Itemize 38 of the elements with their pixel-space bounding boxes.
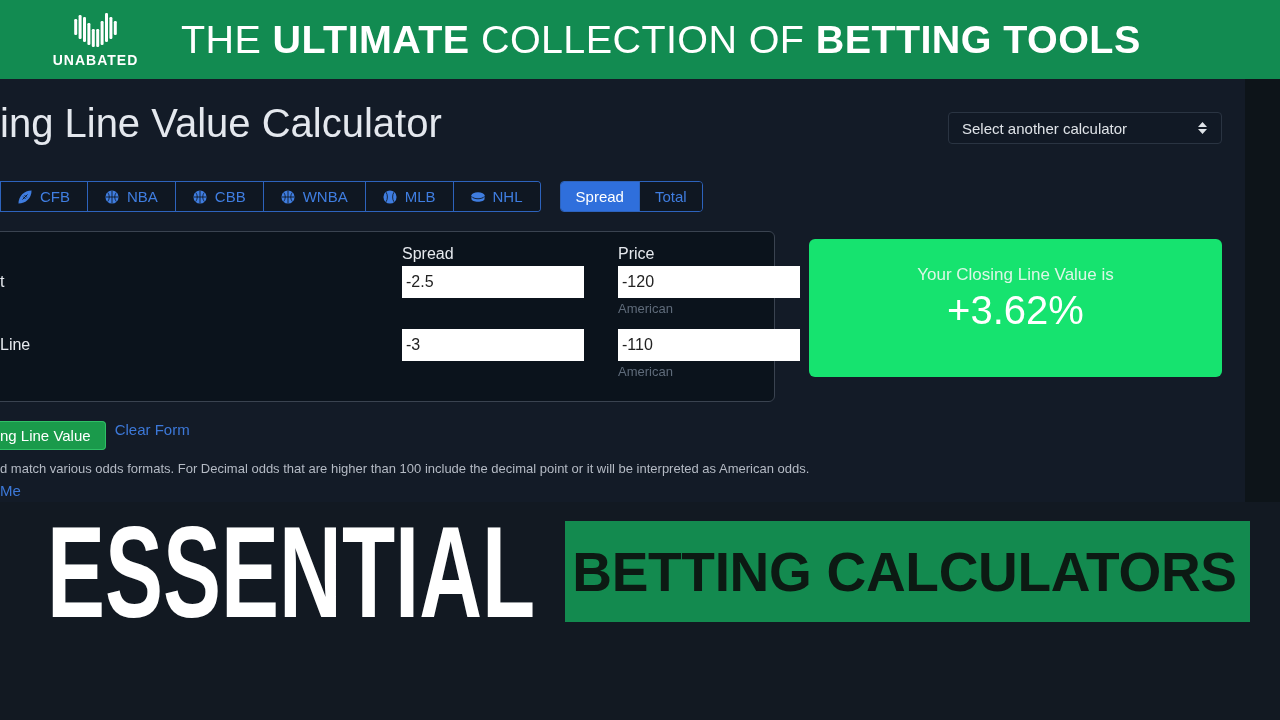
sport-tab[interactable]: CBB (174, 182, 263, 211)
basketball-icon (280, 189, 295, 204)
sport-tab[interactable]: WNBA (262, 182, 365, 211)
logo-icon (73, 13, 118, 47)
sport-tab[interactable]: NBA (87, 182, 175, 211)
calculator-select[interactable]: Select another calculator (948, 112, 1222, 144)
football-icon (18, 189, 32, 204)
price-input[interactable]: -110 (618, 329, 800, 361)
column-header: Spread (402, 244, 455, 264)
sport-tab[interactable]: CFB (0, 182, 87, 211)
highlighted-promo-title: BETTING CALCULATORS (565, 521, 1251, 622)
sport-tab[interactable]: MLB (364, 182, 453, 211)
basketball-icon (105, 189, 119, 204)
market-tab[interactable]: Spread (560, 182, 639, 211)
sport-tab[interactable]: NHL (452, 182, 540, 211)
row-label: Line (0, 335, 32, 355)
row-label: t (0, 272, 6, 292)
odds-format-hint: American (618, 364, 674, 380)
odds-format-note: d match various odds formats. For Decimal odds that are higher than 100 include the decimal point or it will be interpreted as American odds. (0, 461, 811, 476)
banner-headline: THE ULTIMATE COLLECTION OF BETTING TOOLS (181, 17, 1141, 62)
baseball-icon (382, 189, 397, 204)
text-link[interactable]: Me (0, 482, 21, 499)
spread-input[interactable]: -2.5 (402, 266, 584, 298)
price-input[interactable]: -120 (618, 266, 800, 298)
clear-form-link[interactable]: Clear Form (114, 421, 190, 438)
calculate-button[interactable]: ng Line Value (0, 421, 106, 450)
spread-input[interactable]: -3 (402, 329, 584, 361)
hockey-puck-icon (470, 189, 485, 204)
column-header: Price (618, 244, 656, 264)
odds-format-hint: American (618, 301, 674, 317)
promo-title: ESSENTIAL (47, 497, 536, 647)
page-title: ing Line Value Calculator (0, 100, 442, 146)
result-label: Your Closing Line Value is (917, 265, 1114, 285)
basketball-icon (192, 189, 207, 204)
up-down-caret-icon (1198, 122, 1207, 134)
logo-wordmark: UNABATED (52, 52, 139, 68)
result-value: +3.62% (947, 287, 1084, 333)
market-tab[interactable]: Total (638, 182, 702, 211)
